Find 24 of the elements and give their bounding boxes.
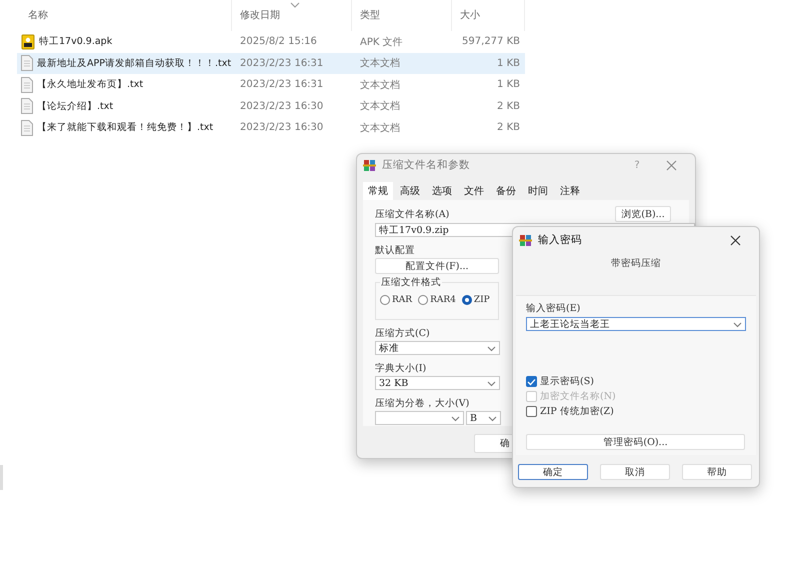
modified-date: 2025/8/2 15:16	[239, 36, 318, 48]
file-size: 2 KB	[496, 122, 521, 134]
modified-date: 2023/2/23 16:30	[239, 100, 324, 112]
field-label: 字典大小(I)	[375, 362, 428, 375]
file-type: 文本文档	[359, 56, 401, 70]
field-label: 压缩文件名称(A)	[375, 208, 450, 220]
file-type: APK 文件	[359, 36, 404, 49]
file-size: 1 KB	[496, 58, 521, 69]
field-label: 压缩为分卷，大小(V)	[375, 397, 470, 410]
file-size: 597,277 KB	[461, 36, 521, 48]
file-type: 文本文档	[359, 78, 401, 92]
modified-date: 2023/2/23 16:30	[239, 122, 324, 134]
file-type: 文本文档	[359, 122, 401, 135]
file-size: 1 KB	[496, 79, 521, 90]
dialog-subtitle: 带密码压缩	[610, 257, 662, 270]
dialog-title: 压缩文件名和参数	[382, 158, 470, 172]
file-type: 文本文档	[359, 100, 401, 114]
field-label: 默认配置	[375, 244, 416, 257]
field-label: 压缩方式(C)	[375, 327, 431, 340]
group-label: 压缩文件格式	[380, 276, 442, 289]
modified-date: 2023/2/23 16:31	[239, 79, 324, 90]
field-label: 输入密码(E)	[526, 302, 582, 315]
modified-date: 2023/2/23 16:31	[239, 58, 324, 69]
file-size: 2 KB	[496, 100, 521, 112]
